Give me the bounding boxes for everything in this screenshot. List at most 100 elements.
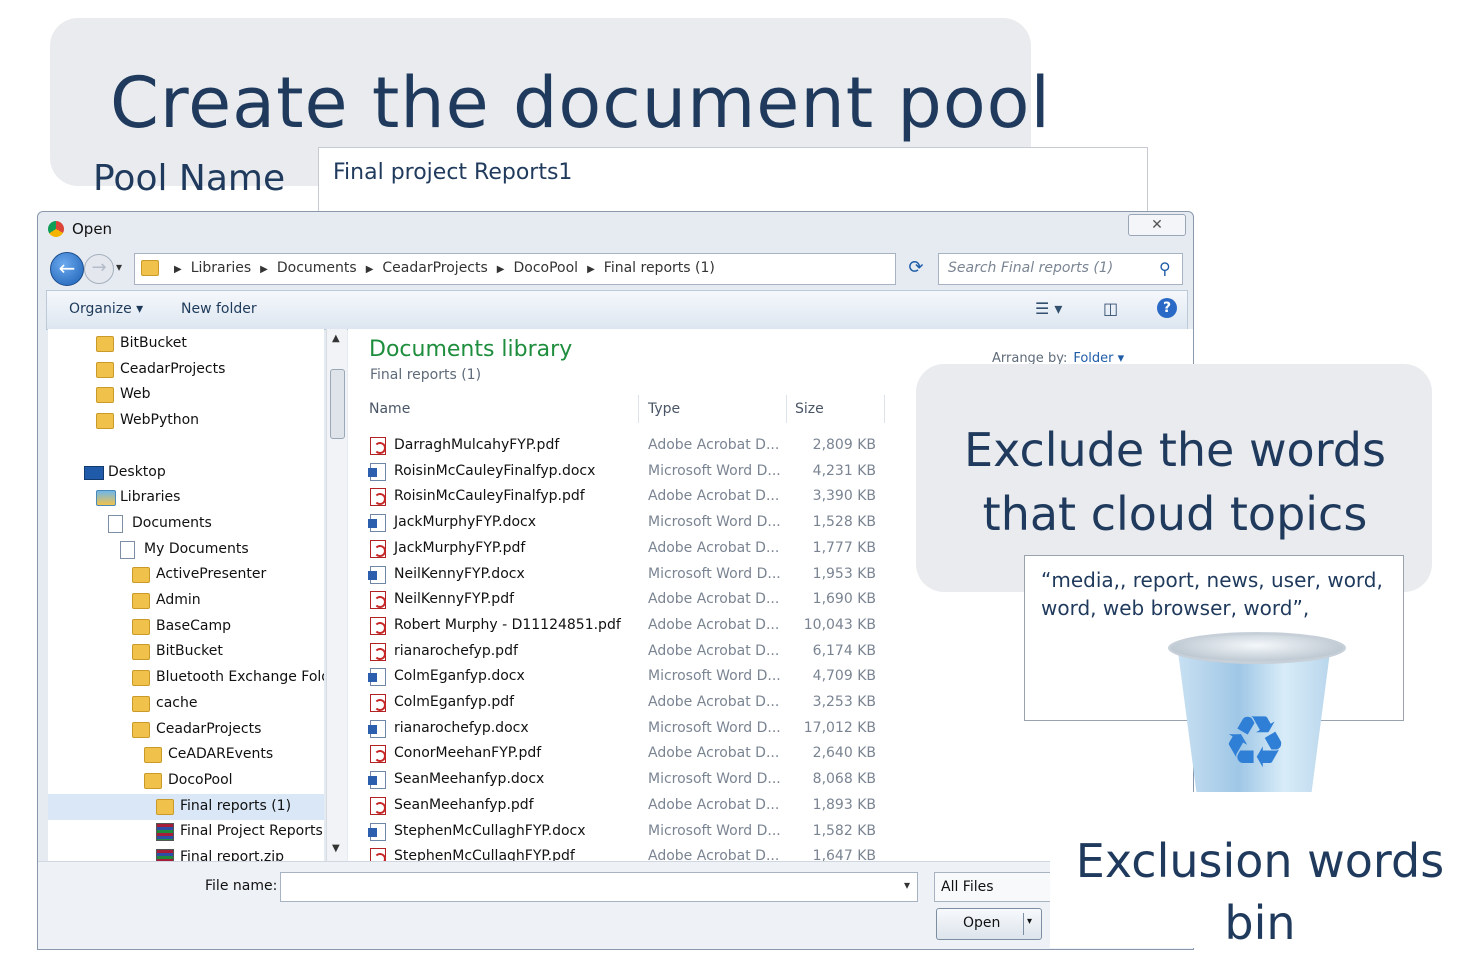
file-name: rianarochefyp.docx — [394, 719, 529, 736]
file-row[interactable]: JackMurphyFYP.pdf Adobe Acrobat D... 1,777… — [368, 536, 888, 562]
nav-item[interactable]: BaseCamp — [48, 614, 324, 640]
file-row[interactable]: DarraghMulcahyFYP.pdf Adobe Acrobat D... 2… — [368, 433, 888, 459]
file-row[interactable]: Robert Murphy - D11124851.pdf Adobe Acrob… — [368, 613, 888, 639]
navigation-scrollbar[interactable]: ▲ ▼ — [326, 329, 347, 861]
file-size: 6,174 KB — [812, 642, 876, 659]
column-header-name[interactable]: Name — [369, 401, 410, 417]
search-placeholder: Search Final reports (1) — [948, 260, 1114, 276]
file-row[interactable]: SeanMeehanfyp.pdf Adobe Acrobat D... 1,893… — [368, 793, 888, 819]
scroll-thumb[interactable] — [330, 369, 345, 439]
nav-item[interactable]: Libraries — [48, 485, 324, 511]
view-options-icon[interactable]: ☰ ▾ — [1035, 299, 1062, 318]
file-row[interactable]: JackMurphyFYP.docx Microsoft Word D... 1,5… — [368, 510, 888, 536]
file-name-input[interactable] — [280, 872, 918, 902]
pool-name-label: Pool Name — [93, 158, 286, 199]
nav-item[interactable]: Final report.zip — [48, 845, 324, 861]
word-file-icon — [368, 771, 386, 790]
column-header-size[interactable]: Size — [795, 401, 824, 417]
preview-pane-icon[interactable]: ◫ — [1103, 299, 1118, 318]
file-row[interactable]: rianarochefyp.pdf Adobe Acrobat D... 6,174… — [368, 639, 888, 665]
file-name: SeanMeehanfyp.docx — [394, 771, 545, 788]
file-row[interactable]: RoisinMcCauleyFinalfyp.pdf Adobe Acrobat … — [368, 484, 888, 510]
file-name: RoisinMcCauleyFinalfyp.pdf — [394, 488, 585, 505]
breadcrumb-separator-icon[interactable]: ▶ — [174, 264, 182, 275]
nav-item[interactable]: ActivePresenter — [48, 562, 324, 588]
breadcrumb-item[interactable]: DocoPool — [514, 260, 579, 276]
nav-item[interactable]: DocoPool — [48, 768, 324, 794]
refresh-icon[interactable]: ⟳ — [904, 256, 928, 280]
file-name: ColmEganfyp.pdf — [394, 694, 515, 710]
folder-icon — [132, 721, 150, 738]
nav-item[interactable]: BitBucket — [48, 639, 324, 665]
nav-item-label: DocoPool — [168, 771, 233, 788]
nav-item[interactable]: Documents — [48, 511, 324, 537]
recycle-symbol-icon: ♻ — [1222, 700, 1288, 784]
nav-item[interactable]: Final reports (1) — [48, 793, 324, 820]
breadcrumb-item[interactable]: Documents — [277, 260, 357, 276]
open-dropdown-icon[interactable]: ▾ — [1027, 916, 1032, 927]
search-icon[interactable]: ⚲ — [1159, 259, 1171, 278]
file-row[interactable]: ColmEganfyp.docx Microsoft Word D... 4,709… — [368, 664, 888, 690]
organize-button[interactable]: Organize ▾ — [69, 301, 143, 317]
file-size: 1,953 KB — [812, 565, 876, 582]
file-row[interactable]: NeilKennyFYP.pdf Adobe Acrobat D... 1,690 … — [368, 587, 888, 613]
file-row[interactable]: ColmEganfyp.pdf Adobe Acrobat D... 3,253 K… — [368, 690, 888, 716]
open-button[interactable]: Open ▾ — [936, 908, 1042, 940]
nav-item-label: Final report.zip — [180, 849, 285, 861]
nav-item[interactable]: My Documents — [48, 537, 324, 563]
folder-icon — [96, 361, 114, 378]
file-row[interactable]: rianarochefyp.docx Microsoft Word D... 17,… — [368, 716, 888, 742]
breadcrumb-separator-icon[interactable]: ▶ — [366, 264, 374, 275]
pool-name-field[interactable]: Final project Reports1 — [318, 147, 1148, 213]
folder-icon — [132, 618, 150, 635]
file-name: StephenMcCullaghFYP.docx — [394, 822, 586, 839]
file-row[interactable]: RoisinMcCauleyFinalfyp.docx Microsoft Wor… — [368, 459, 888, 485]
forward-arrow-icon[interactable]: → — [84, 254, 114, 284]
pdf-file-icon — [370, 437, 386, 455]
nav-item[interactable]: CeADAREvents — [48, 742, 324, 768]
nav-item[interactable]: Web — [48, 382, 324, 408]
address-bar[interactable]: ▶ Libraries ▶ Documents ▶ CeadarProjects ▶ Doco… — [134, 253, 979, 285]
back-arrow-icon[interactable]: ← — [50, 252, 84, 286]
file-row[interactable]: SeanMeehanfyp.docx Microsoft Word D... 8,0… — [368, 767, 888, 793]
folder-icon — [144, 772, 162, 789]
nav-item-label: cache — [156, 694, 198, 711]
search-box[interactable]: Search Final reports (1) ⚲ — [938, 253, 1183, 285]
breadcrumb-item[interactable]: CeadarProjects — [382, 260, 487, 276]
file-name: RoisinMcCauleyFinalfyp.docx — [394, 462, 596, 479]
nav-item[interactable]: Desktop — [48, 460, 324, 486]
nav-item[interactable]: Final Project Reports.zip — [48, 819, 324, 845]
nav-item[interactable]: Admin — [48, 588, 324, 614]
nav-item[interactable]: CeadarProjects — [48, 717, 324, 743]
breadcrumb-item[interactable]: Final reports (1) — [604, 260, 715, 276]
word-file-icon — [368, 514, 386, 533]
breadcrumb-separator-icon[interactable]: ▶ — [260, 264, 268, 275]
scroll-down-icon[interactable]: ▼ — [332, 843, 340, 854]
desktop-icon — [84, 465, 104, 480]
breadcrumb-item[interactable]: Libraries — [191, 260, 251, 276]
file-size: 4,231 KB — [812, 462, 876, 479]
nav-item[interactable]: BitBucket — [48, 331, 324, 357]
breadcrumb-separator-icon[interactable]: ▶ — [587, 264, 595, 275]
file-row[interactable]: StephenMcCullaghFYP.docx Microsoft Word D… — [368, 819, 888, 845]
file-name-dropdown-icon[interactable]: ▾ — [904, 878, 910, 892]
breadcrumb-separator-icon[interactable]: ▶ — [497, 264, 505, 275]
split-divider — [1023, 913, 1024, 935]
file-row[interactable]: NeilKennyFYP.docx Microsoft Word D... 1,95… — [368, 562, 888, 588]
nav-item[interactable]: cache — [48, 691, 324, 717]
nav-item[interactable]: CeadarProjects — [48, 357, 324, 383]
column-header-type[interactable]: Type — [648, 401, 680, 417]
nav-item[interactable]: Bluetooth Exchange Folder — [48, 665, 324, 691]
file-row[interactable]: ConorMeehanFYP.pdf Adobe Acrobat D... 2,64… — [368, 741, 888, 767]
file-row[interactable]: StephenMcCullaghFYP.pdf Adobe Acrobat D..… — [368, 844, 888, 861]
dialog-footer: File name: ▾ All Files Open ▾ — [38, 861, 1193, 949]
scroll-up-icon[interactable]: ▲ — [332, 333, 340, 344]
nav-item-label: Desktop — [108, 463, 166, 480]
new-folder-button[interactable]: New folder — [181, 301, 257, 317]
nav-item[interactable]: WebPython — [48, 408, 324, 434]
history-dropdown-icon[interactable]: ▾ — [116, 260, 122, 274]
help-icon[interactable]: ? — [1157, 298, 1177, 318]
file-type: Microsoft Word D... — [648, 822, 781, 839]
bin-label: Exclusion words bin — [1075, 834, 1445, 950]
close-button[interactable]: ✕ — [1128, 214, 1186, 236]
